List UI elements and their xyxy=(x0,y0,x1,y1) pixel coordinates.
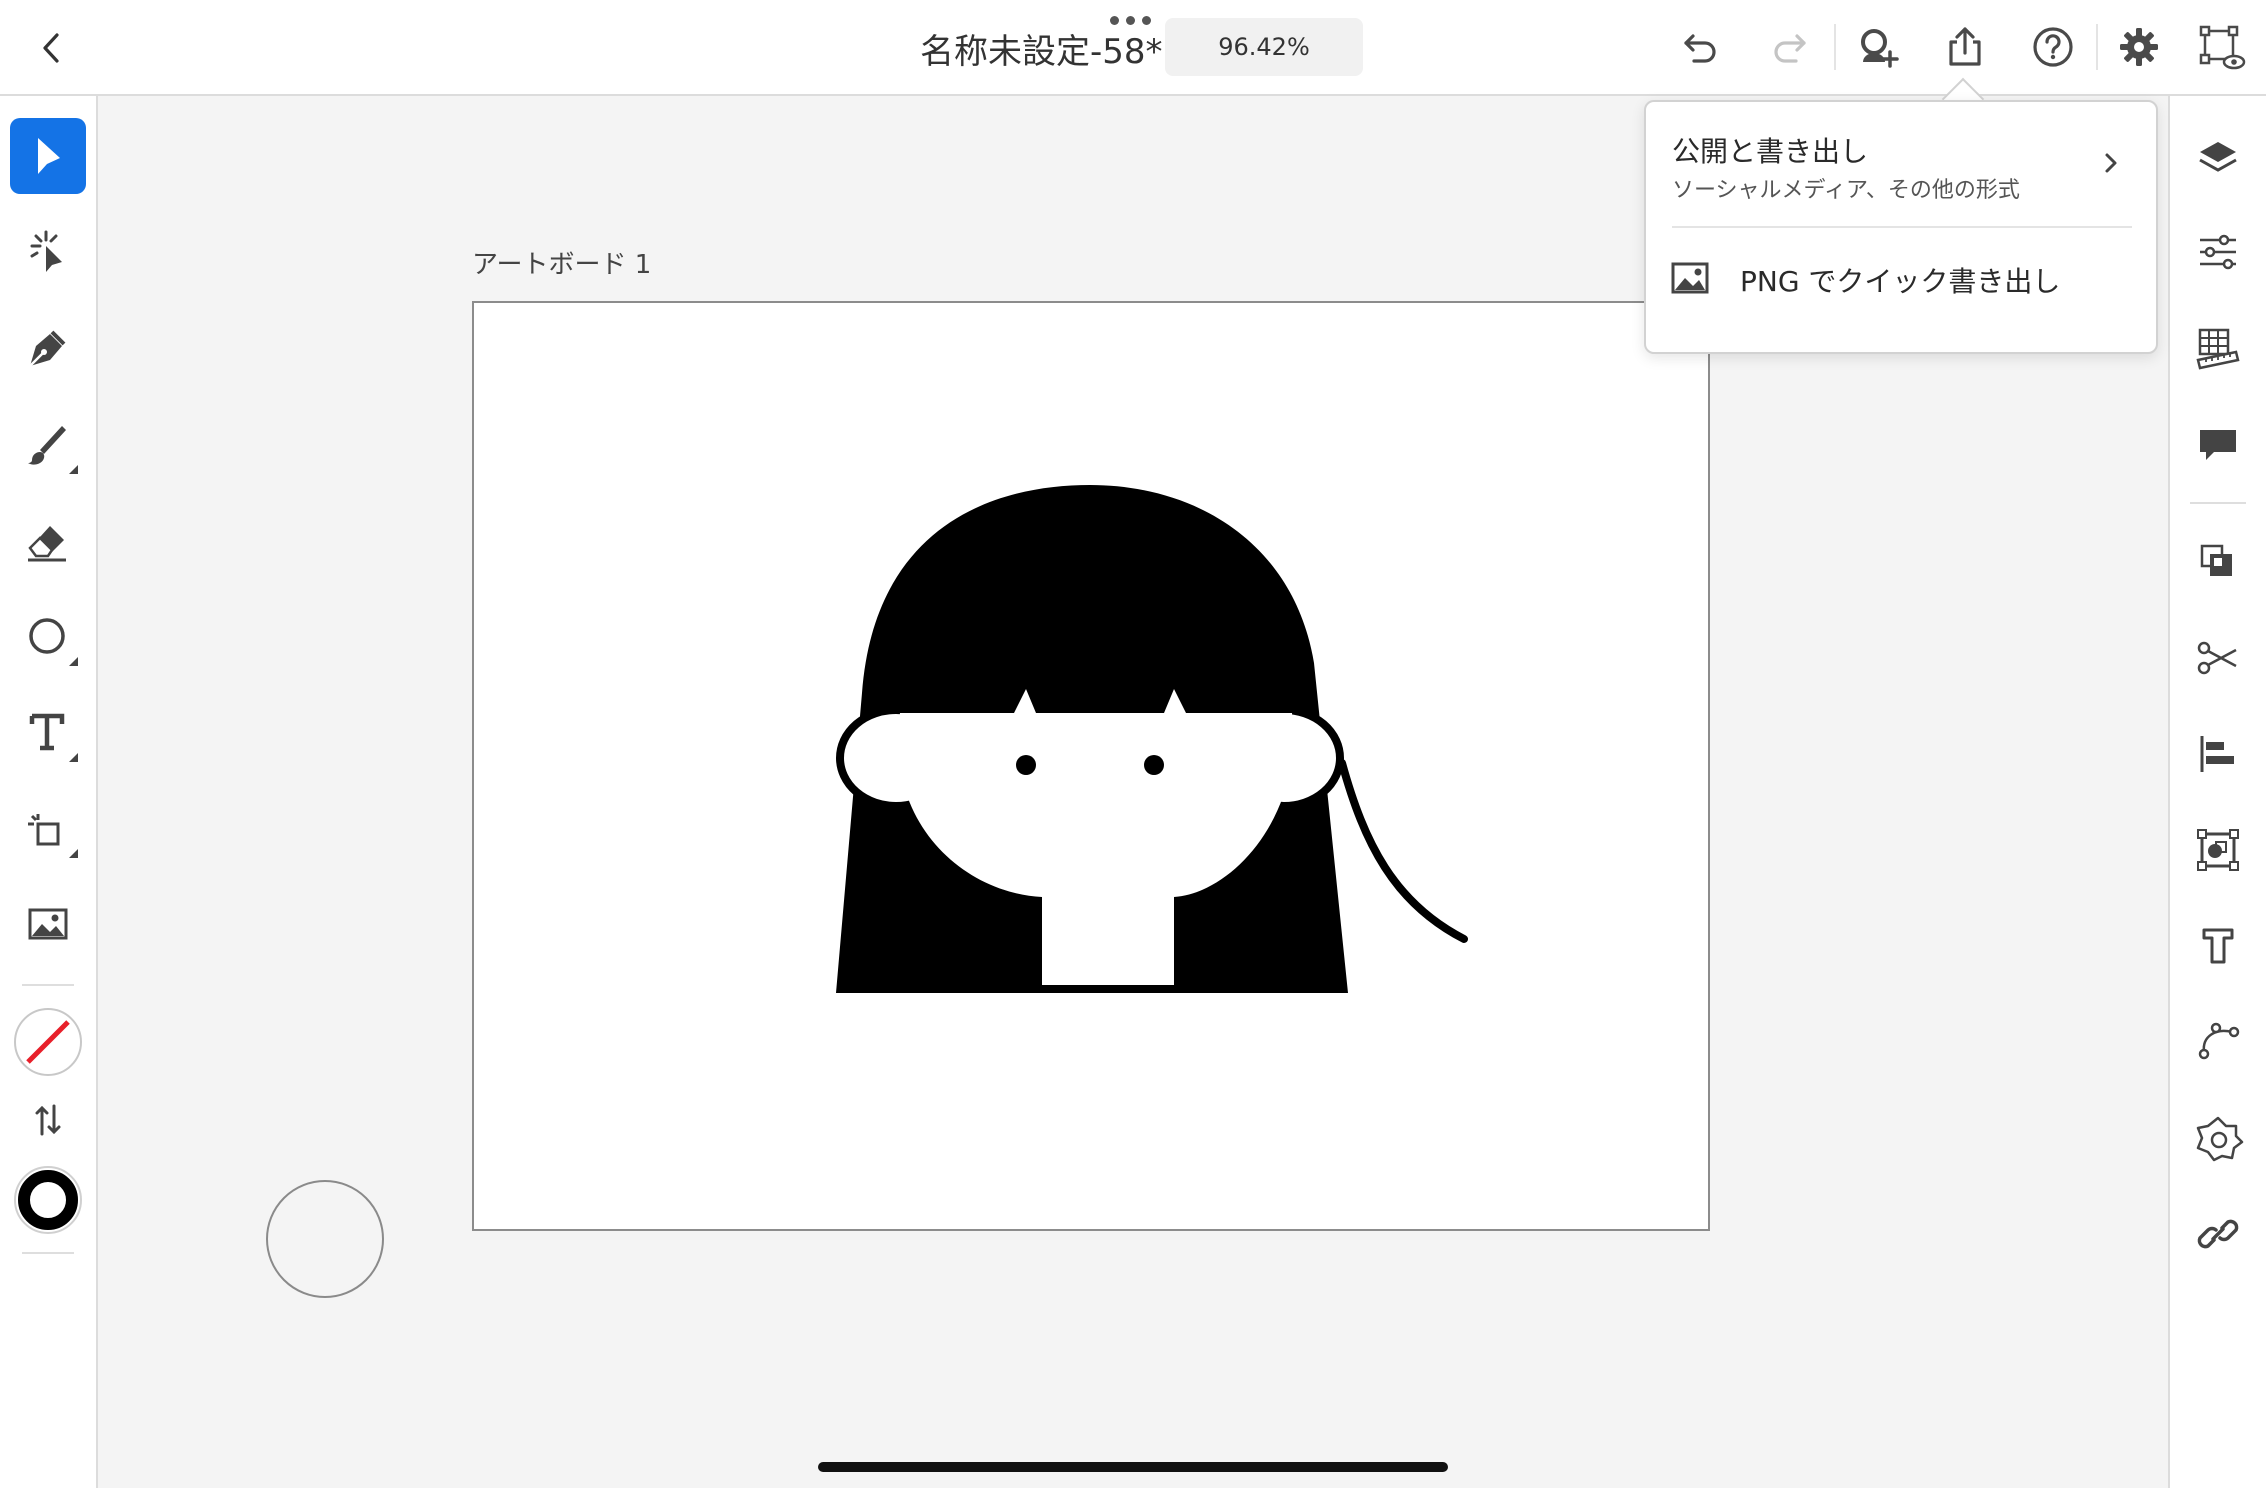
undo-icon xyxy=(1684,34,1716,63)
image-icon xyxy=(28,908,68,940)
document-title[interactable]: 名称未設定-58* xyxy=(920,24,1163,73)
publish-title: 公開と書き出し xyxy=(1672,135,1869,168)
zoom-level[interactable]: 96.42% xyxy=(1165,18,1363,76)
help-button[interactable] xyxy=(2028,22,2078,72)
publish-and-export-item[interactable]: 公開と書き出し ソーシャルメディア、その他の形式 xyxy=(1646,102,2156,226)
fill-none-icon xyxy=(14,1008,82,1076)
redo-icon xyxy=(1774,34,1806,63)
align-icon xyxy=(2200,736,2234,772)
grid-button[interactable] xyxy=(2186,316,2250,380)
type-tool[interactable] xyxy=(10,694,86,770)
repeat-grid-icon xyxy=(2196,1116,2244,1162)
scissors-button[interactable] xyxy=(2186,626,2250,690)
chevron-left-icon xyxy=(43,33,59,63)
panel-separator xyxy=(2190,502,2246,504)
select-tool[interactable] xyxy=(10,118,86,194)
help-icon xyxy=(2033,27,2073,67)
properties-sliders-icon xyxy=(2200,234,2236,270)
home-indicator xyxy=(818,1462,1448,1472)
image-tool[interactable] xyxy=(10,886,86,962)
scissors-icon xyxy=(2197,641,2237,675)
path-button[interactable] xyxy=(2186,1010,2250,1074)
pathfinder-button[interactable] xyxy=(2186,818,2250,882)
tools-separator xyxy=(22,984,74,986)
chevron-right-icon xyxy=(2105,153,2117,173)
back-button[interactable] xyxy=(30,26,74,70)
quick-export-png-item[interactable]: PNG でクイック書き出し xyxy=(1646,230,2156,350)
popover-separator xyxy=(1672,226,2132,228)
grid-ruler-icon xyxy=(2196,328,2240,370)
artboard[interactable] xyxy=(472,301,1710,1231)
stroke-color-swatch[interactable] xyxy=(10,1162,86,1238)
layers-button[interactable] xyxy=(2186,124,2250,188)
link-button[interactable] xyxy=(2186,1202,2250,1266)
quick-export-label: PNG でクイック書き出し xyxy=(1740,265,2061,298)
ellipse-tool[interactable] xyxy=(10,598,86,674)
eraser-icon xyxy=(28,526,66,562)
top-bar: 名称未設定-58* 96.42% xyxy=(0,0,2266,96)
pen-icon xyxy=(29,330,66,367)
comment-icon xyxy=(2200,430,2236,460)
publish-subtitle: ソーシャルメディア、その他の形式 xyxy=(1672,178,2020,203)
floating-modifier-button[interactable] xyxy=(266,1180,384,1298)
export-popover: 公開と書き出し ソーシャルメディア、その他の形式 PNG でクイック書き出し xyxy=(1644,100,2158,354)
arrange-icon xyxy=(2200,544,2232,576)
preview-button[interactable] xyxy=(2196,22,2246,72)
invite-user-icon xyxy=(1861,29,1899,68)
stroke-black-icon xyxy=(14,1166,82,1234)
repeat-grid-button[interactable] xyxy=(2186,1106,2250,1170)
link-icon xyxy=(2197,1219,2239,1249)
preview-icon xyxy=(2199,25,2246,70)
settings-button[interactable] xyxy=(2114,22,2164,72)
swap-fill-stroke-icon xyxy=(35,1104,61,1136)
swap-fill-stroke-button[interactable] xyxy=(10,1082,86,1158)
image-icon xyxy=(1671,262,1709,294)
toolbar-separator xyxy=(2096,24,2098,70)
direct-select-icon xyxy=(30,230,62,272)
gear-icon xyxy=(2120,28,2158,66)
arrange-button[interactable] xyxy=(2186,530,2250,594)
comments-button[interactable] xyxy=(2186,412,2250,476)
invite-button[interactable] xyxy=(1852,22,1902,72)
fill-color-swatch[interactable] xyxy=(10,1004,86,1080)
layers-icon xyxy=(2199,142,2237,172)
toolbar-separator xyxy=(1834,24,1836,70)
text-properties-icon xyxy=(2202,928,2234,964)
select-arrow-icon xyxy=(38,138,60,174)
properties-button[interactable] xyxy=(2186,220,2250,284)
direct-select-tool[interactable] xyxy=(10,214,86,290)
pen-tool[interactable] xyxy=(10,310,86,386)
eraser-tool[interactable] xyxy=(10,502,86,578)
tools-separator xyxy=(22,1252,74,1254)
crop-tool[interactable] xyxy=(10,790,86,866)
artboard-label[interactable]: アートボード 1 xyxy=(472,244,651,281)
share-export-button[interactable] xyxy=(1940,22,1990,72)
properties-panel xyxy=(2168,96,2266,1488)
path-icon xyxy=(2198,1022,2240,1060)
share-export-icon xyxy=(1949,27,1981,66)
undo-button[interactable] xyxy=(1676,22,1726,72)
artwork-girl-illustration[interactable] xyxy=(474,303,1708,1229)
brush-tool[interactable] xyxy=(10,406,86,482)
align-button[interactable] xyxy=(2186,722,2250,786)
text-properties-button[interactable] xyxy=(2186,914,2250,978)
redo-button[interactable] xyxy=(1764,22,1814,72)
pathfinder-icon xyxy=(2197,829,2239,871)
